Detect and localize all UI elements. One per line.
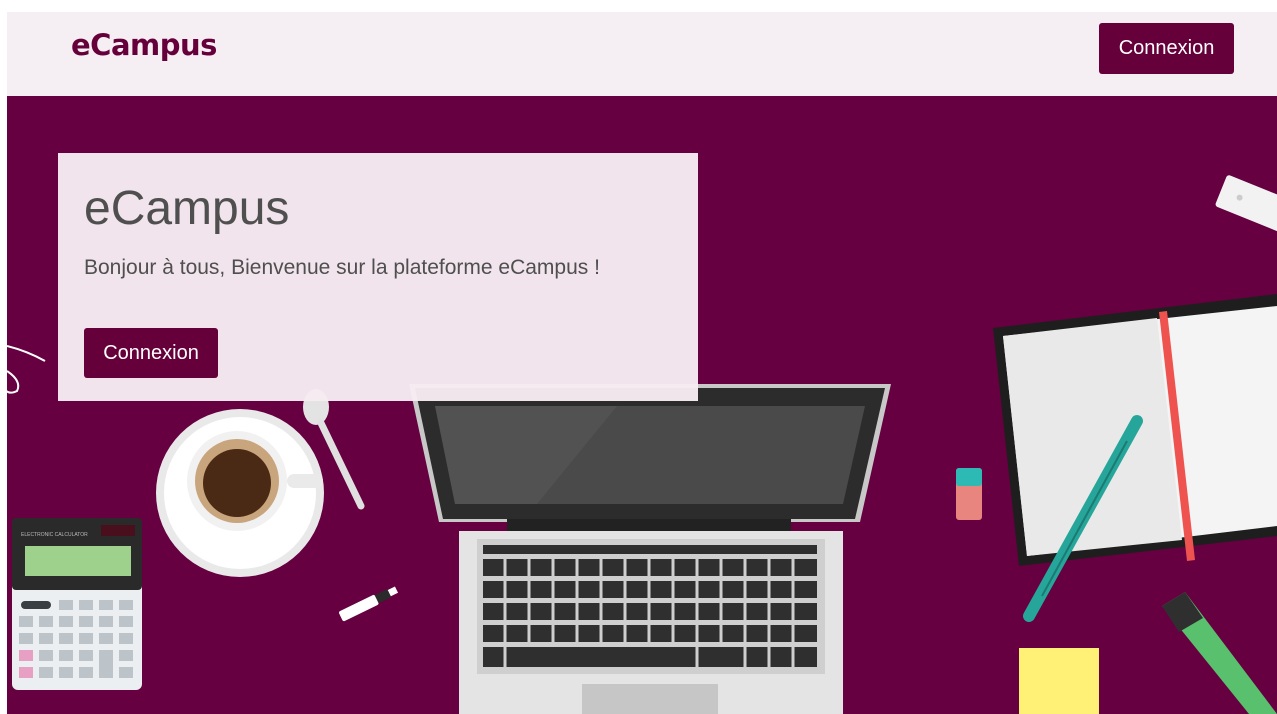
- usb-stick-icon: [339, 586, 399, 622]
- page: eCampus Connexion ELECTRONIC CALCULATOR …: [7, 12, 1277, 714]
- brand-logo[interactable]: eCampus: [71, 28, 217, 62]
- hero-title: eCampus: [84, 182, 290, 235]
- hero-login-button[interactable]: Connexion: [84, 328, 218, 378]
- highlighter-icon: [1162, 592, 1277, 714]
- navbar-login-button[interactable]: Connexion: [1099, 23, 1234, 74]
- navbar: eCampus Connexion: [7, 12, 1277, 96]
- hero-section: ELECTRONIC CALCULATOR eCampus Bonjour à …: [7, 96, 1277, 714]
- earphone-cable-icon: [7, 345, 46, 394]
- hero-panel: eCampus Bonjour à tous, Bienvenue sur la…: [58, 153, 698, 401]
- calculator-icon: ELECTRONIC CALCULATOR: [12, 518, 142, 690]
- eraser-icon: [956, 468, 982, 520]
- hero-subtitle: Bonjour à tous, Bienvenue sur la platefo…: [84, 256, 600, 279]
- laptop-icon: [409, 384, 891, 714]
- coffee-cup-icon: [156, 409, 324, 577]
- sticky-note-icon: [1019, 648, 1099, 714]
- calculator-label: ELECTRONIC CALCULATOR: [21, 532, 88, 538]
- ruler-icon: [1215, 175, 1277, 235]
